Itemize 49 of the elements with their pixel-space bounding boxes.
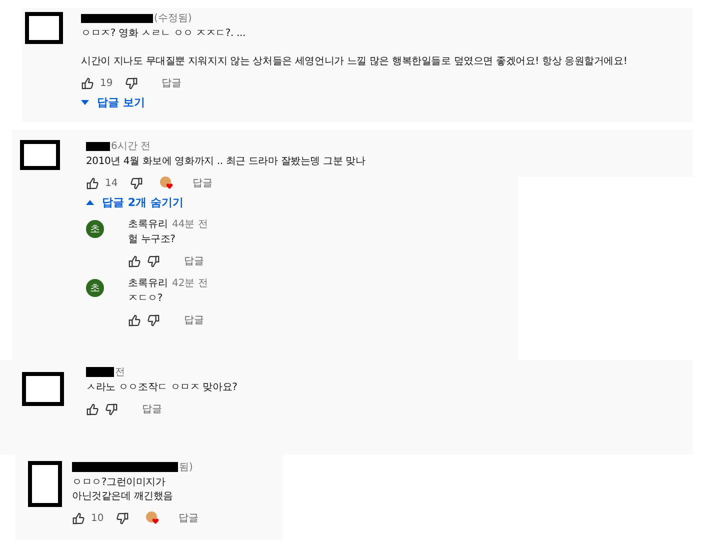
- reply-button[interactable]: 답글: [170, 511, 199, 525]
- caret-icon: [81, 100, 89, 105]
- caret-icon: [86, 200, 94, 205]
- avatar: 초: [86, 279, 104, 297]
- dislike-icon[interactable]: [147, 254, 160, 268]
- like-count: 10: [91, 512, 104, 524]
- like-count: 19: [100, 78, 113, 88]
- dislike-icon[interactable]: [147, 314, 160, 326]
- redaction-box: [22, 372, 64, 406]
- comment-text: 2010년 4월 화보에 영화까지 .. 최근 드라마 잘봤는뎅 그분 맞나: [86, 155, 366, 169]
- redaction-box: [25, 12, 63, 44]
- redaction-bar: [86, 367, 114, 377]
- comment-text: ㅈㄷㅇ?: [128, 292, 163, 306]
- redaction-box: [20, 140, 60, 170]
- redaction-bar: [86, 142, 110, 150]
- dislike-icon[interactable]: [105, 402, 118, 416]
- comment-text: 헐 누구조?: [128, 233, 176, 247]
- comment-text: 시간이 지나도 무대질뿐 지워지지 않는 상처들은 세영언니가 느낄 많은 행복한일들로 덮였으면 좋겠어요! 항상 응원할거에요!: [81, 55, 628, 69]
- like-icon[interactable]: [128, 314, 141, 326]
- redaction-box: [28, 461, 62, 507]
- comment-text: ㅅ라노 ㅇㅇ조작ㄷ ㅇㅁㅈ 맞아요?: [86, 381, 238, 395]
- like-icon[interactable]: [86, 176, 99, 190]
- comment-meta: 됨): [179, 461, 193, 474]
- like-icon[interactable]: [72, 512, 85, 524]
- reply-button[interactable]: 답글: [184, 176, 213, 190]
- reply-button[interactable]: 답글: [176, 313, 204, 327]
- comment-meta: (수정됨): [154, 12, 192, 25]
- comment-text: ㅇㅁㅇ?그런이미지가 아닌것같은데 깨긴했음: [72, 476, 173, 504]
- dislike-icon[interactable]: [116, 512, 129, 524]
- comment-meta: 6시간 전: [111, 140, 151, 153]
- dislike-icon[interactable]: [130, 176, 143, 190]
- comment-meta: 전: [115, 366, 125, 379]
- avatar: 초: [86, 220, 104, 238]
- like-count: 14: [105, 178, 118, 188]
- reply-button[interactable]: 답글: [154, 76, 182, 90]
- redaction-bar: [81, 14, 153, 22]
- replies-toggle[interactable]: 답글 보기: [81, 95, 145, 110]
- comment-meta: 42분 전: [172, 277, 208, 290]
- author-name: 초록유리: [128, 218, 168, 231]
- reply-button[interactable]: 답글: [134, 402, 162, 416]
- reply-button[interactable]: 답글: [176, 254, 204, 268]
- replies-toggle[interactable]: 답글 2개 숨기기: [86, 195, 184, 210]
- comment-meta: 44분 전: [172, 218, 208, 231]
- comment-text: ㅇㅁㅈ? 영화 ㅅㄹㄴ ㅇㅇ ㅈㅈㄷ?. ...: [81, 27, 246, 41]
- author-name: 초록유리: [128, 277, 168, 290]
- like-icon[interactable]: [81, 76, 94, 90]
- like-icon[interactable]: [86, 402, 99, 416]
- dislike-icon[interactable]: [124, 76, 138, 90]
- like-icon[interactable]: [128, 254, 141, 268]
